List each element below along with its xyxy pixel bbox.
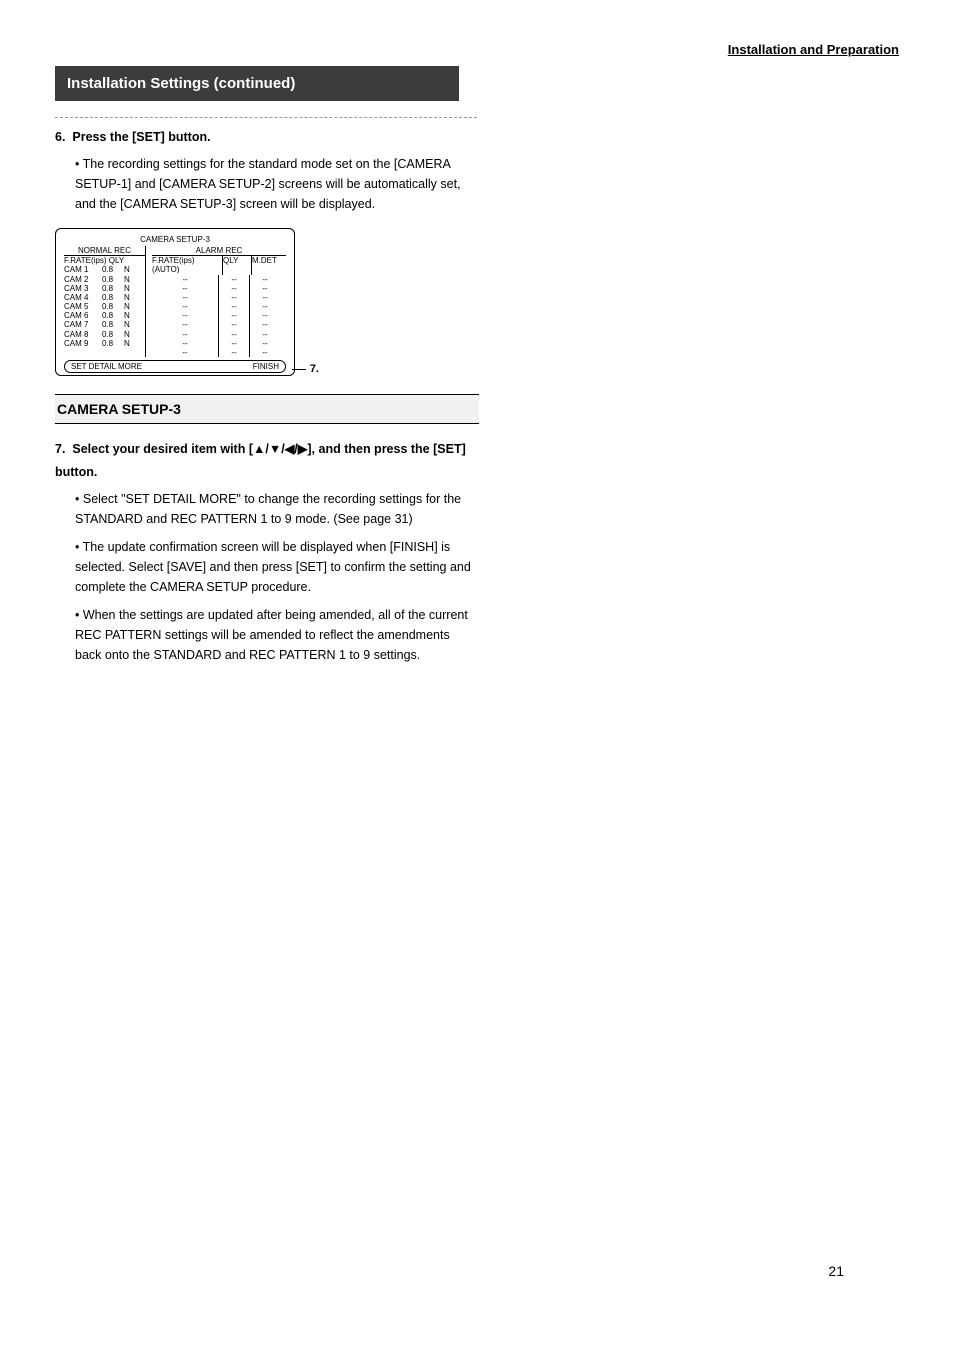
step-7-bullet-2: The update confirmation screen will be d… [75, 537, 475, 597]
finish-label: FINISH [253, 362, 279, 371]
step-6-heading: 6. Press the [SET] button. [55, 128, 899, 147]
table-row: ------ [152, 293, 286, 302]
alarm-rec-head: ALARM REC [152, 246, 286, 255]
alarm-sub-qly: QLY [223, 256, 252, 274]
diagram-title: CAMERA SETUP-3 [64, 235, 286, 244]
diagram-footer-row: SET DETAIL MORE FINISH [64, 360, 286, 373]
normal-rec-subhead: F.RATE(ips) QLY [64, 256, 145, 265]
alarm-sub-rate: F.RATE(ips) (AUTO) [152, 256, 223, 274]
step-7-bullet-3: When the settings are updated after bein… [75, 605, 475, 665]
dashed-separator [55, 117, 477, 118]
step-7-bullets: Select "SET DETAIL MORE" to change the r… [55, 489, 475, 665]
camera-setup-3-heading: CAMERA SETUP-3 [55, 394, 479, 424]
table-row: CAM 50.8N [64, 302, 145, 311]
step-7-heading: 7. Select your desired item with [▲/▼/◀/… [55, 438, 475, 483]
table-row: CAM 90.8N [64, 339, 145, 348]
callout-7-text: 7. [310, 361, 319, 378]
table-row: CAM 70.8N [64, 320, 145, 329]
table-row: CAM 80.8N [64, 330, 145, 339]
table-row: CAM 20.8N [64, 275, 145, 284]
normal-rec-head: NORMAL REC [64, 246, 145, 255]
table-row: ------ [152, 311, 286, 320]
step-7-number: 7. [55, 442, 65, 456]
table-row: ------ [152, 339, 286, 348]
table-row: CAM 60.8N [64, 311, 145, 320]
arrow-glyphs: ▲/▼/◀/▶ [253, 442, 307, 456]
step-7-bullet-1: Select "SET DETAIL MORE" to change the r… [75, 489, 475, 529]
step-6-text: Press the [SET] button. [72, 130, 210, 144]
alarm-sub-mdet: M.DET [252, 256, 286, 274]
step-7-text-before: Select your desired item with [ [72, 442, 253, 456]
page-number: 21 [828, 1261, 844, 1283]
table-row: CAM 40.8N [64, 293, 145, 302]
table-row: ------ [152, 320, 286, 329]
page-section-header: Installation and Preparation [55, 40, 899, 60]
title-bar: Installation Settings (continued) [55, 66, 459, 101]
diagram-callout-7: 7. [292, 361, 319, 378]
table-row: ------ [152, 330, 286, 339]
step-6-bullet-1: The recording settings for the standard … [75, 154, 475, 214]
table-row: ------ [152, 348, 286, 357]
table-row: ------ [152, 302, 286, 311]
table-row: CAM 30.8N [64, 284, 145, 293]
table-row: ------ [152, 284, 286, 293]
camera-setup-3-diagram: CAMERA SETUP-3 NORMAL REC F.RATE(ips) QL… [55, 228, 295, 377]
set-detail-more-label: SET DETAIL MORE [71, 362, 142, 371]
step-6-bullets: The recording settings for the standard … [55, 154, 475, 214]
step-6-number: 6. [55, 130, 65, 144]
table-row: CAM 10.8N [64, 265, 145, 274]
table-row: ------ [152, 275, 286, 284]
